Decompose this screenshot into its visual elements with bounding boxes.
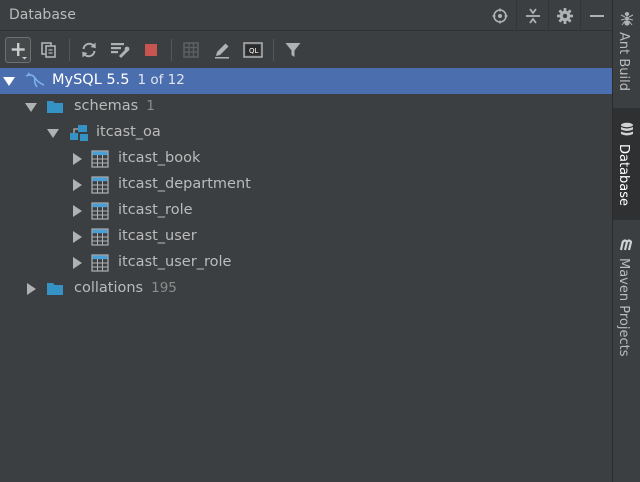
toolbar-separator [273, 38, 274, 61]
sync-schema-icon [111, 42, 130, 58]
tab-ant-build-label: Ant Build [616, 32, 631, 91]
add-datasource-icon [11, 42, 27, 59]
table-editor-icon [183, 41, 199, 58]
collations-label: collations [74, 280, 144, 296]
filter-icon [285, 42, 301, 57]
datasource-count: 1 of 12 [137, 72, 185, 88]
tab-maven-projects[interactable]: Maven Projects [613, 228, 640, 368]
scroll-from-source-button[interactable] [484, 0, 516, 31]
tree-node-schema[interactable]: itcast_oa [0, 120, 612, 146]
schema-label: itcast_oa [96, 124, 161, 140]
synchronize-button[interactable] [107, 37, 133, 63]
collapse-all-icon [525, 7, 540, 24]
tab-database[interactable]: Database [613, 108, 640, 220]
crosshair-icon [492, 8, 508, 23]
edit-button[interactable] [209, 37, 235, 63]
tab-ant-build[interactable]: Ant Build [613, 0, 640, 100]
hide-panel-button[interactable] [580, 0, 612, 31]
toolbar-separator [69, 38, 70, 61]
stop-button[interactable] [138, 37, 164, 63]
table-icon [91, 176, 109, 194]
tree-node-table[interactable]: itcast_book [0, 146, 612, 172]
schemas-label: schemas [74, 98, 139, 114]
tab-database-label: Database [616, 144, 631, 207]
sql-console-button[interactable]: QL [240, 37, 266, 63]
table-icon [91, 150, 109, 168]
maven-icon [619, 239, 633, 251]
tab-maven-projects-label: Maven Projects [616, 258, 631, 357]
collapsed-arrow-icon[interactable] [25, 283, 37, 295]
tree-node-table[interactable]: itcast_department [0, 172, 612, 198]
ant-icon [620, 12, 634, 26]
collapsed-arrow-icon[interactable] [71, 179, 83, 191]
settings-button[interactable] [548, 0, 580, 31]
collapse-all-button[interactable] [516, 0, 548, 31]
gear-icon [556, 7, 573, 24]
table-icon [91, 228, 109, 246]
minimize-icon [589, 14, 604, 17]
database-panel: Database QL MySQL 5.5 1 of 12 schemas 1 … [0, 0, 612, 482]
table-label: itcast_department [118, 176, 251, 192]
refresh-icon [82, 42, 96, 57]
sql-console-icon: QL [243, 41, 263, 58]
collapsed-arrow-icon[interactable] [71, 205, 83, 217]
collapsed-arrow-icon[interactable] [71, 153, 83, 165]
table-label: itcast_role [118, 202, 193, 218]
tree-node-table[interactable]: itcast_role [0, 198, 612, 224]
stop-icon [145, 43, 157, 56]
add-button[interactable] [5, 36, 31, 63]
table-icon [91, 202, 109, 220]
table-label: itcast_book [118, 150, 201, 166]
right-tool-strip: Ant Build Database Maven Projects [612, 0, 640, 482]
table-icon [91, 254, 109, 272]
database-icon [621, 122, 633, 136]
panel-header: Database [0, 0, 612, 31]
expanded-arrow-icon[interactable] [47, 127, 59, 139]
duplicate-button[interactable] [36, 37, 62, 63]
collations-count: 195 [151, 280, 177, 296]
refresh-button[interactable] [76, 37, 102, 63]
table-editor-button[interactable] [178, 37, 204, 63]
schema-icon [70, 125, 88, 141]
database-toolbar: QL [0, 31, 612, 68]
table-label: itcast_user [118, 228, 197, 244]
tree-node-collations[interactable]: collations 195 [0, 276, 612, 302]
tree-node-datasource[interactable]: MySQL 5.5 1 of 12 [0, 68, 612, 94]
collapsed-arrow-icon[interactable] [71, 257, 83, 269]
copy-icon [41, 41, 56, 58]
edit-icon [215, 43, 229, 58]
expanded-arrow-icon[interactable] [25, 101, 37, 113]
tree-node-table[interactable]: itcast_user [0, 224, 612, 250]
tree-node-schemas[interactable]: schemas 1 [0, 94, 612, 120]
svg-text:QL: QL [249, 47, 259, 55]
folder-icon [47, 101, 63, 113]
folder-icon [47, 283, 63, 295]
header-actions [484, 0, 612, 31]
collapsed-arrow-icon[interactable] [71, 231, 83, 243]
filter-button[interactable] [280, 37, 306, 63]
panel-title: Database [9, 7, 76, 23]
toolbar-separator [171, 38, 172, 61]
datasource-label: MySQL 5.5 [52, 72, 130, 88]
mysql-dolphin-icon [25, 72, 45, 88]
schemas-count: 1 [146, 98, 155, 114]
table-label: itcast_user_role [118, 254, 232, 270]
tree-node-table[interactable]: itcast_user_role [0, 250, 612, 276]
expanded-arrow-icon[interactable] [3, 75, 15, 87]
